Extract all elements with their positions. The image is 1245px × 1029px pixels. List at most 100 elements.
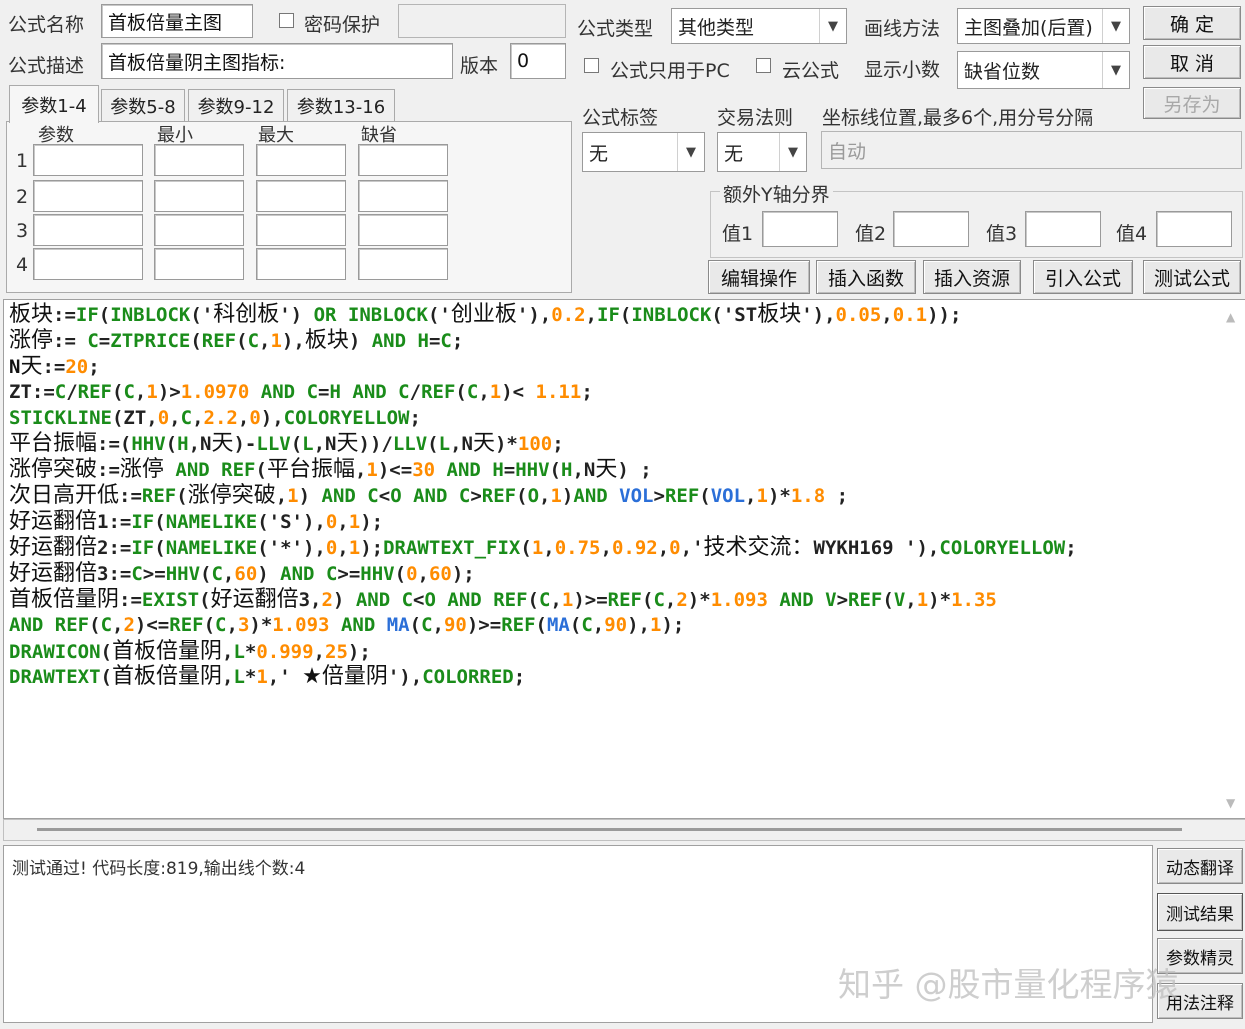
- code-token: IF: [75, 304, 99, 326]
- insert-function-button[interactable]: 插入函数: [816, 260, 916, 294]
- code-token: C: [398, 380, 410, 403]
- tab-params-1-4[interactable]: 参数1-4: [9, 85, 99, 123]
- tab-params-13-16[interactable]: 参数13-16: [287, 89, 395, 121]
- param-1-default-input[interactable]: [358, 144, 448, 176]
- code-editor[interactable]: 板块:=IF(INBLOCK('科创板') OR INBLOCK('创业板'),…: [3, 299, 1245, 819]
- param-4-max-input[interactable]: [256, 248, 346, 280]
- code-token: L: [438, 433, 451, 456]
- code-token: 板块: [9, 302, 54, 327]
- axis-position-input[interactable]: 自动: [821, 131, 1242, 169]
- tab-params-9-12[interactable]: 参数9-12: [188, 89, 284, 121]
- code-token: (: [165, 433, 178, 456]
- param-1-min-input[interactable]: [154, 144, 244, 176]
- formula-name-input[interactable]: 首板倍量主图: [101, 4, 253, 38]
- save-as-button[interactable]: 另存为: [1143, 87, 1241, 119]
- chevron-down-icon: ▼: [779, 133, 806, 171]
- code-token: 首板倍量阴: [9, 586, 120, 612]
- test-formula-button[interactable]: 测试公式: [1143, 260, 1241, 294]
- y-value-1-input[interactable]: [762, 211, 838, 247]
- tab-params-5-8[interactable]: 参数5-8: [101, 89, 185, 121]
- password-input[interactable]: [398, 4, 566, 38]
- formula-tag-select[interactable]: 无 ▼: [582, 132, 705, 172]
- code-token: EXIST: [141, 588, 200, 611]
- y-value-4-input[interactable]: [1156, 211, 1232, 247]
- code-token: ,: [112, 613, 124, 636]
- code-token: (: [236, 329, 248, 352]
- param-3-min-input[interactable]: [154, 214, 244, 246]
- code-token: 60: [234, 562, 258, 585]
- param-3-max-input[interactable]: [256, 214, 346, 246]
- code-token: 2.2: [203, 406, 238, 429]
- code-token: C: [367, 485, 379, 508]
- code-token: )>: [157, 380, 181, 403]
- cloud-formula-checkbox[interactable]: [756, 58, 771, 73]
- scroll-down-icon[interactable]: ▼: [1226, 796, 1235, 810]
- version-input[interactable]: 0: [510, 43, 566, 79]
- code-token: AND: [260, 380, 296, 403]
- dynamic-translate-button[interactable]: 动态翻译: [1157, 848, 1243, 884]
- param-4-default-input[interactable]: [358, 248, 448, 280]
- param-4-min-input[interactable]: [154, 248, 244, 280]
- code-token: ;: [513, 666, 526, 689]
- formula-desc-input[interactable]: 首板倍量阴主图指标:: [101, 43, 453, 79]
- code-token: C: [458, 485, 471, 508]
- trade-rule-select[interactable]: 无 ▼: [717, 132, 807, 172]
- code-token: STICKLINE: [9, 406, 112, 429]
- code-token: MA: [546, 613, 570, 636]
- code-token: C: [215, 613, 227, 636]
- code-token: )*: [249, 613, 273, 636]
- import-formula-button[interactable]: 引入公式: [1033, 260, 1133, 294]
- edit-ops-button[interactable]: 编辑操作: [708, 260, 810, 294]
- password-protect-checkbox[interactable]: [279, 13, 294, 28]
- formula-type-select[interactable]: 其他类型 ▼: [671, 8, 847, 44]
- code-token: /: [409, 380, 422, 403]
- decimals-select[interactable]: 缺省位数 ▼: [957, 51, 1130, 89]
- code-token: ,': [267, 666, 303, 689]
- code-token: 0: [325, 537, 338, 560]
- decimals-label: 显示小数: [864, 59, 941, 81]
- code-token: ): [561, 485, 574, 508]
- code-token: ): [348, 329, 372, 352]
- param-2-default-input[interactable]: [358, 180, 448, 212]
- draw-method-value: 主图叠加(后置): [964, 16, 1093, 39]
- scroll-up-icon[interactable]: ▲: [1226, 310, 1235, 324]
- cancel-button[interactable]: 取 消: [1143, 45, 1241, 79]
- editor-vertical-scrollbar[interactable]: ▲ ▼: [1221, 300, 1245, 818]
- draw-method-select[interactable]: 主图叠加(后置) ▼: [957, 8, 1130, 44]
- code-line: ZT:=C/REF(C,1)>1.0970 AND C=H AND C/REF(…: [9, 380, 1224, 406]
- code-line: DRAWICON(首板倍量阴,L*0.999,25);: [9, 639, 1224, 665]
- code-token: 0: [157, 406, 170, 429]
- param-1-max-input[interactable]: [256, 144, 346, 176]
- code-token: REF: [77, 380, 112, 403]
- pc-only-checkbox[interactable]: [584, 58, 599, 73]
- code-token: 天: [211, 431, 234, 457]
- code-token: HHV: [515, 459, 550, 482]
- code-token: (: [527, 588, 539, 611]
- param-2-min-input[interactable]: [154, 180, 244, 212]
- code-token: (: [535, 613, 547, 636]
- scrollbar-thumb[interactable]: [37, 828, 1182, 831]
- y-value-2-input[interactable]: [893, 211, 969, 247]
- param-2-name-input[interactable]: [33, 180, 143, 212]
- code-token: =: [318, 380, 330, 403]
- editor-horizontal-scrollbar[interactable]: [3, 819, 1245, 841]
- param-1-name-input[interactable]: [33, 144, 143, 176]
- ok-button[interactable]: 确 定: [1143, 6, 1241, 40]
- code-token: 涨停: [119, 457, 164, 483]
- password-protect-label: 密码保护: [304, 14, 381, 36]
- code-token: (: [89, 613, 101, 636]
- param-3-default-input[interactable]: [358, 214, 448, 246]
- code-token: 60: [428, 562, 452, 585]
- code-token: )<=: [134, 613, 170, 636]
- insert-resource-button[interactable]: 插入资源: [923, 260, 1021, 294]
- y-value-3-input[interactable]: [1025, 211, 1101, 247]
- code-token: ;: [409, 406, 421, 429]
- param-3-name-input[interactable]: [33, 214, 143, 246]
- param-2-max-input[interactable]: [256, 180, 346, 212]
- test-result-button[interactable]: 测试结果: [1157, 893, 1243, 931]
- param-4-name-input[interactable]: [33, 248, 143, 280]
